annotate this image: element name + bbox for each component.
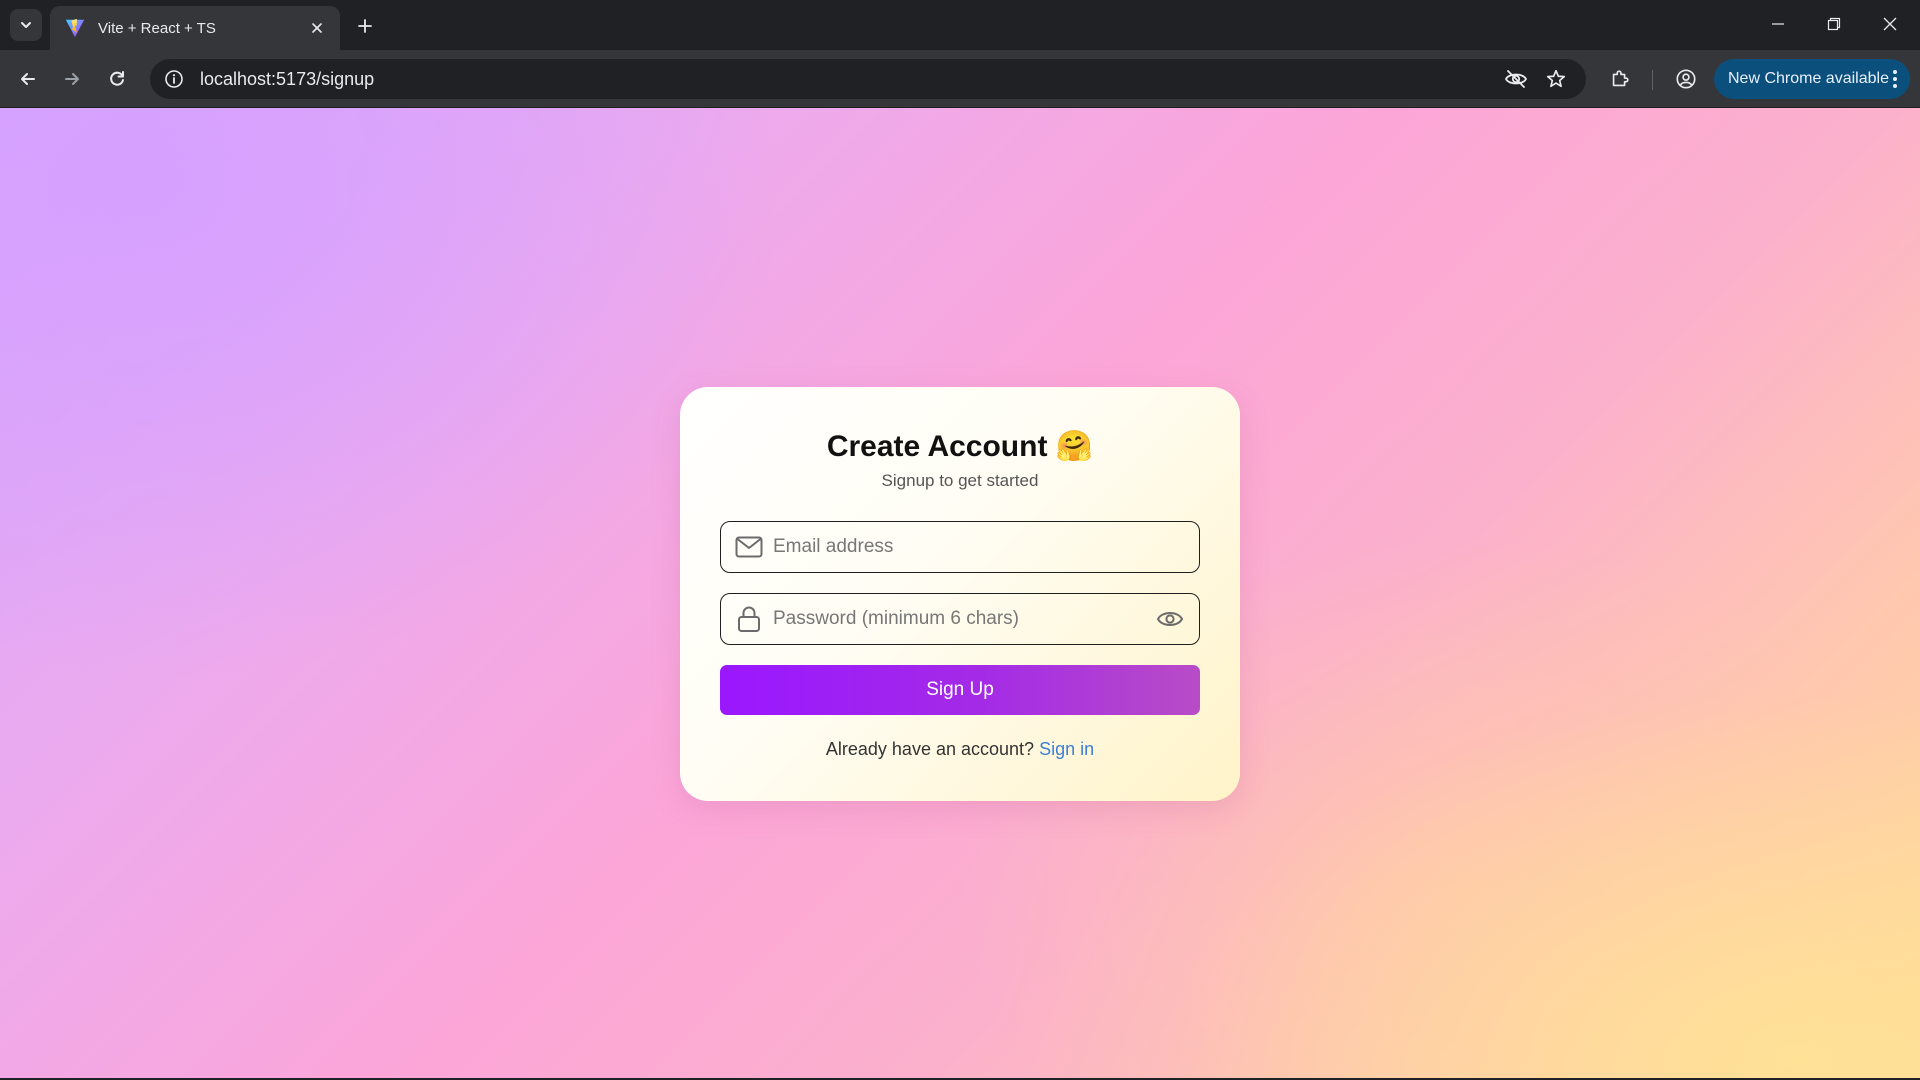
lock-icon	[735, 605, 763, 633]
puzzle-icon	[1612, 70, 1629, 87]
toggle-password-visibility-button[interactable]	[1155, 604, 1185, 634]
browser-tab[interactable]: Vite + React + TS	[50, 6, 340, 50]
close-icon	[312, 23, 322, 33]
tab-close-button[interactable]	[306, 17, 328, 39]
star-icon	[1546, 69, 1566, 88]
toolbar-divider	[1652, 70, 1653, 90]
page-subtitle: Signup to get started	[881, 471, 1039, 490]
tab-search-button[interactable]	[10, 9, 42, 41]
email-field[interactable]	[720, 521, 1200, 573]
mail-icon	[735, 533, 763, 561]
tab-strip: Vite + React + TS	[0, 0, 1920, 50]
sign-in-link[interactable]: Sign in	[1039, 739, 1094, 759]
password-field[interactable]	[720, 593, 1200, 645]
minimize-button[interactable]	[1750, 0, 1806, 48]
minimize-icon	[1772, 23, 1784, 25]
address-bar[interactable]: localhost:5173/signup	[150, 59, 1586, 99]
arrow-right-icon	[65, 73, 79, 85]
reload-button[interactable]	[101, 63, 133, 95]
password-input[interactable]	[773, 608, 1155, 630]
profile-button[interactable]	[1670, 63, 1702, 95]
signin-prompt-text: Already have an account?	[825, 739, 1035, 759]
tab-title: Vite + React + TS	[98, 19, 216, 37]
restore-button[interactable]	[1806, 0, 1862, 48]
chrome-update-button[interactable]: New Chrome available	[1714, 59, 1910, 99]
profile-icon	[1676, 69, 1696, 89]
new-tab-button[interactable]	[350, 11, 380, 41]
signup-card: Create Account 🤗 Signup to get started S…	[680, 387, 1240, 801]
tracking-protection-button[interactable]	[1500, 63, 1532, 95]
signin-prompt: Already have an account? Sign in	[680, 739, 1240, 760]
arrow-left-icon	[21, 73, 35, 85]
page-title-text: Create Account	[826, 430, 1048, 463]
site-info-icon[interactable]	[164, 69, 184, 89]
page-viewport: Create Account 🤗 Signup to get started S…	[0, 108, 1920, 1078]
close-icon	[1883, 17, 1897, 31]
reload-icon	[110, 71, 124, 86]
vite-logo-icon	[65, 18, 85, 38]
chevron-down-icon	[21, 22, 31, 28]
address-url[interactable]: localhost:5173/signup	[200, 69, 1492, 90]
hugging-face-emoji: 🤗	[1055, 430, 1094, 463]
page-title: Create Account 🤗	[680, 429, 1240, 464]
browser-toolbar: localhost:5173/signup New Chrome availab…	[0, 50, 1920, 108]
eye-icon	[1156, 612, 1184, 626]
email-input[interactable]	[773, 536, 1185, 558]
restore-icon	[1827, 17, 1841, 31]
more-vertical-icon	[1893, 70, 1897, 88]
eye-off-icon	[1504, 70, 1528, 88]
bookmark-button[interactable]	[1540, 63, 1572, 95]
chrome-update-label: New Chrome available	[1728, 70, 1889, 87]
sign-up-button[interactable]: Sign Up	[720, 665, 1200, 715]
extensions-button[interactable]	[1604, 63, 1636, 95]
plus-icon	[358, 19, 372, 33]
back-button[interactable]	[12, 63, 44, 95]
forward-button[interactable]	[56, 63, 88, 95]
close-window-button[interactable]	[1862, 0, 1918, 48]
